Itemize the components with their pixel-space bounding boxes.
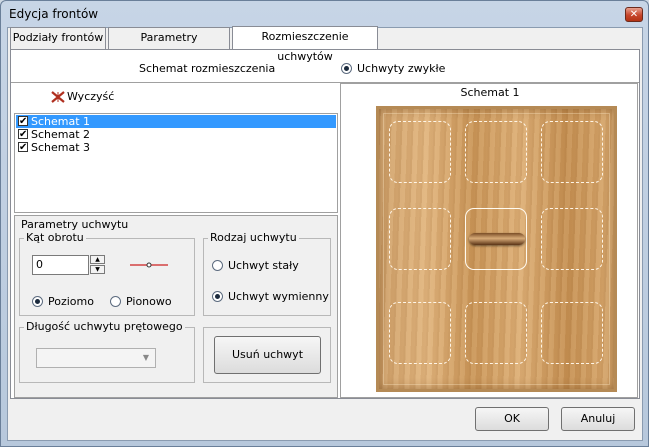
close-button[interactable]: ✕ bbox=[625, 7, 643, 22]
close-icon: ✕ bbox=[629, 9, 639, 20]
close-x-icon bbox=[51, 91, 65, 103]
handle-slot-top-center[interactable] bbox=[465, 121, 527, 183]
dialog-client: Podziały frontów Parametry dodatkowe Roz… bbox=[7, 26, 643, 441]
bar-length-group-label: Długość uchwytu prętowego bbox=[24, 320, 185, 333]
tab-parametry-dodatkowe[interactable]: Parametry dodatkowe bbox=[108, 27, 230, 64]
angle-spin-up[interactable]: ▲ bbox=[90, 255, 105, 264]
vertical-label: Pionowo bbox=[126, 295, 172, 308]
uchwyty-zwykle-radio[interactable] bbox=[341, 63, 352, 74]
replaceable-handle-label: Uchwyt wymienny bbox=[228, 290, 329, 303]
window-title: Edycja frontów bbox=[9, 7, 99, 21]
fixed-handle-label: Uchwyt stały bbox=[228, 259, 299, 272]
bar-length-group: Długość uchwytu prętowego ▼ bbox=[19, 320, 195, 383]
angle-indicator-icon bbox=[130, 262, 168, 268]
handle-icon bbox=[469, 233, 525, 245]
handle-slot-bottom-center[interactable] bbox=[465, 302, 527, 364]
scheme-checkbox[interactable]: ✔ bbox=[18, 116, 28, 127]
uchwyty-zwykle-label: Uchwyty zwykłe bbox=[357, 62, 446, 75]
angle-input[interactable]: 0 bbox=[32, 255, 89, 275]
title-bar[interactable]: Edycja frontów ✕ bbox=[1, 1, 648, 27]
handle-type-group: Rodzaj uchwytu Uchwyt stały Uchwyt wymie… bbox=[203, 231, 331, 316]
scheme-label: Schemat 2 bbox=[31, 128, 91, 141]
angle-group: Kąt obrotu 0 ▲ ▼ Poziomo Pionowo bbox=[19, 231, 195, 316]
chevron-down-icon: ▼ bbox=[142, 353, 150, 362]
bar-length-select[interactable]: ▼ bbox=[36, 348, 156, 368]
scheme-list[interactable]: ✔ Schemat 1 ✔ Schemat 2 ✔ Schemat 3 bbox=[14, 113, 338, 213]
cancel-button[interactable]: Anuluj bbox=[561, 407, 635, 431]
scheme-label: Schemat 3 bbox=[31, 141, 91, 154]
dialog-window: Edycja frontów ✕ Podziały frontów Parame… bbox=[0, 0, 649, 447]
horizontal-label: Poziomo bbox=[48, 295, 94, 308]
handle-slot-middle-right[interactable] bbox=[541, 208, 603, 270]
handle-slot-bottom-left[interactable] bbox=[389, 302, 451, 364]
scheme-label: Schemat 1 bbox=[31, 115, 91, 128]
remove-handle-group: Usuń uchwyt bbox=[203, 327, 331, 383]
scheme-preview: Schemat 1 bbox=[340, 83, 638, 398]
cancel-label: Anuluj bbox=[580, 412, 616, 425]
vertical-radio[interactable] bbox=[110, 296, 121, 307]
handle-slot-top-left[interactable] bbox=[389, 121, 451, 183]
list-item[interactable]: ✔ Schemat 2 bbox=[16, 128, 336, 141]
tab-podzialy-frontow[interactable]: Podziały frontów bbox=[10, 27, 106, 49]
tab-rozmieszczenie-uchwytow[interactable]: Rozmieszczenie uchwytów bbox=[232, 26, 378, 63]
handle-slot-bottom-right[interactable] bbox=[541, 302, 603, 364]
scheme-checkbox[interactable]: ✔ bbox=[18, 129, 28, 140]
tab-label: Podziały frontów bbox=[12, 31, 104, 44]
clear-button[interactable]: Wyczyść bbox=[51, 88, 117, 106]
door-front bbox=[376, 106, 617, 392]
replaceable-handle-radio[interactable] bbox=[212, 291, 223, 302]
schemat-rozmieszczenia-label: Schemat rozmieszczenia bbox=[139, 62, 276, 75]
tab-content: Schemat rozmieszczenia Uchwyty zwykłe Wy… bbox=[10, 49, 640, 399]
remove-handle-label: Usuń uchwyt bbox=[231, 348, 304, 361]
list-item[interactable]: ✔ Schemat 3 bbox=[16, 141, 336, 154]
horizontal-radio[interactable] bbox=[32, 296, 43, 307]
angle-value: 0 bbox=[36, 258, 43, 271]
preview-title: Schemat 1 bbox=[460, 86, 520, 99]
handle-slot-middle-center[interactable] bbox=[465, 208, 527, 270]
handle-slot-middle-left[interactable] bbox=[389, 208, 451, 270]
clear-label: Wyczyść bbox=[67, 90, 115, 103]
handle-slot-top-right[interactable] bbox=[541, 121, 603, 183]
scheme-checkbox[interactable]: ✔ bbox=[18, 142, 28, 153]
list-item[interactable]: ✔ Schemat 1 bbox=[16, 115, 336, 128]
ok-label: OK bbox=[504, 412, 520, 425]
angle-group-label: Kąt obrotu bbox=[24, 231, 86, 244]
handle-type-group-label: Rodzaj uchwytu bbox=[208, 231, 299, 244]
params-group-label: Parametry uchwytu bbox=[21, 218, 129, 231]
handle-params-panel: Parametry uchwytu Kąt obrotu 0 ▲ ▼ Pozio… bbox=[14, 215, 338, 398]
angle-spin-down[interactable]: ▼ bbox=[90, 265, 105, 274]
ok-button[interactable]: OK bbox=[475, 407, 549, 431]
remove-handle-button[interactable]: Usuń uchwyt bbox=[214, 336, 321, 374]
fixed-handle-radio[interactable] bbox=[212, 260, 223, 271]
